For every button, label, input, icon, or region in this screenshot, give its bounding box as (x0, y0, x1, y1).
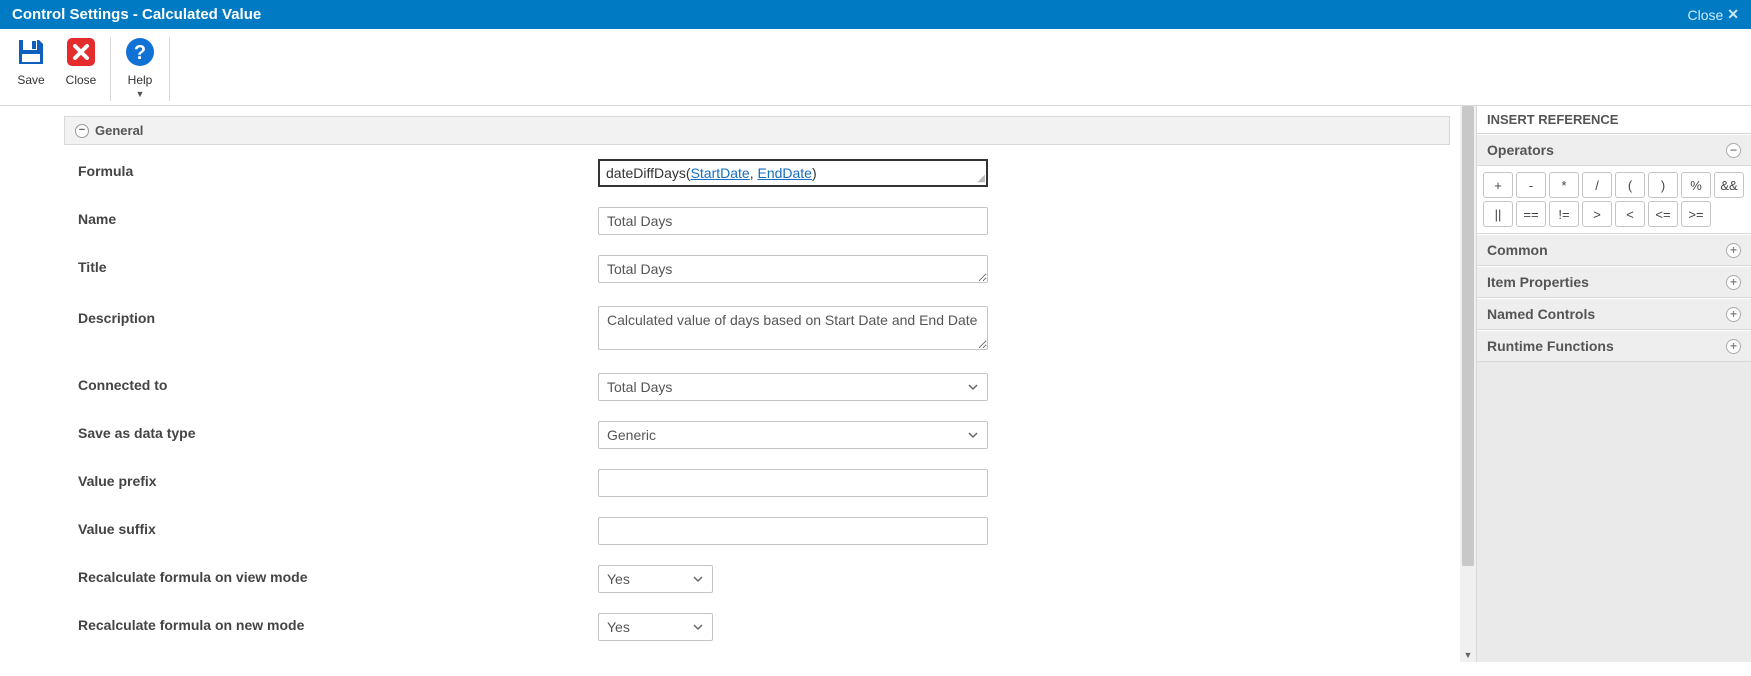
scroll-down-icon[interactable]: ▼ (1460, 648, 1476, 662)
acc-common-label: Common (1487, 242, 1548, 258)
value-suffix-input[interactable] (598, 517, 988, 545)
save-icon (14, 35, 48, 69)
acc-named-controls-header[interactable]: Named Controls + (1477, 298, 1751, 330)
titlebar: Control Settings - Calculated Value Clos… (0, 0, 1751, 29)
label-value-prefix: Value prefix (78, 469, 598, 489)
operator-button[interactable]: + (1483, 172, 1513, 198)
description-input[interactable] (598, 306, 988, 350)
help-label: Help (128, 73, 153, 87)
section-general-header[interactable]: − General (64, 116, 1450, 145)
acc-runtime-functions-header[interactable]: Runtime Functions + (1477, 330, 1751, 362)
operator-button[interactable]: == (1516, 201, 1546, 227)
operator-button[interactable]: <= (1648, 201, 1678, 227)
formula-ref-enddate[interactable]: EndDate (757, 165, 811, 181)
help-icon: ? (123, 35, 157, 69)
svg-text:?: ? (134, 42, 146, 64)
formula-ref-startdate[interactable]: StartDate (691, 165, 750, 181)
label-recalc-new: Recalculate formula on new mode (78, 613, 598, 633)
row-recalc-new: Recalculate formula on new mode Yes (64, 609, 1450, 657)
accordion: Operators − +-*/()%&&||==!=><<=>= Common… (1477, 134, 1751, 362)
main: − General Formula dateDiffDays(StartDate… (0, 106, 1751, 662)
row-title: Title (64, 251, 1450, 302)
right-pane: INSERT REFERENCE Operators − +-*/()%&&||… (1476, 106, 1751, 662)
acc-operators-label: Operators (1487, 142, 1554, 158)
save-button[interactable]: Save (6, 35, 56, 87)
row-value-suffix: Value suffix (64, 513, 1450, 561)
save-label: Save (17, 73, 44, 87)
toolbar-separator-2 (169, 37, 170, 101)
row-recalc-view: Recalculate formula on view mode Yes (64, 561, 1450, 609)
help-button[interactable]: ? Help ▼ (115, 35, 165, 99)
operator-button[interactable]: != (1549, 201, 1579, 227)
formula-input[interactable]: dateDiffDays(StartDate, EndDate) ◢ (598, 159, 988, 187)
close-icon: ✕ (1727, 6, 1739, 23)
name-input[interactable] (598, 207, 988, 235)
label-connected-to: Connected to (78, 373, 598, 393)
left-pane: − General Formula dateDiffDays(StartDate… (0, 106, 1460, 662)
save-as-type-select[interactable]: Generic (598, 421, 988, 449)
close-toolbar-label: Close (66, 73, 97, 87)
operator-button[interactable]: > (1582, 201, 1612, 227)
value-prefix-input[interactable] (598, 469, 988, 497)
recalc-view-select[interactable]: Yes (598, 565, 713, 593)
collapse-minus-icon: − (1726, 143, 1741, 158)
acc-item-properties-header[interactable]: Item Properties + (1477, 266, 1751, 298)
right-spacer (1477, 362, 1751, 662)
operator-button[interactable]: ) (1648, 172, 1678, 198)
row-description: Description (64, 302, 1450, 369)
close-button[interactable]: Close (56, 35, 106, 87)
operator-button[interactable]: - (1516, 172, 1546, 198)
scrollbar-thumb[interactable] (1462, 106, 1474, 566)
acc-operators-header[interactable]: Operators − (1477, 134, 1751, 166)
operator-button[interactable]: / (1582, 172, 1612, 198)
operator-button[interactable]: < (1615, 201, 1645, 227)
operator-button[interactable]: % (1681, 172, 1711, 198)
label-title: Title (78, 255, 598, 275)
expand-plus-icon: + (1726, 307, 1741, 322)
recalc-new-select[interactable]: Yes (598, 613, 713, 641)
operators-body: +-*/()%&& ||==!=><<=>= (1477, 166, 1751, 234)
row-value-prefix: Value prefix (64, 465, 1450, 513)
title-input[interactable] (598, 255, 988, 283)
operators-grid: +-*/()%&& ||==!=><<=>= (1483, 172, 1745, 227)
formula-text-suffix: ) (812, 165, 817, 181)
label-description: Description (78, 306, 598, 326)
expand-plus-icon: + (1726, 275, 1741, 290)
row-name: Name (64, 203, 1450, 251)
label-formula: Formula (78, 159, 598, 179)
close-label: Close (1687, 7, 1723, 23)
operator-button[interactable]: && (1714, 172, 1744, 198)
chevron-down-icon: ▼ (136, 89, 145, 99)
operator-button[interactable]: >= (1681, 201, 1711, 227)
connected-to-select[interactable]: Total Days (598, 373, 988, 401)
toolbar: Save Close ? Help ▼ (0, 29, 1751, 106)
acc-named-controls-label: Named Controls (1487, 306, 1595, 322)
resize-handle-icon[interactable]: ◢ (977, 173, 985, 184)
row-formula: Formula dateDiffDays(StartDate, EndDate)… (64, 155, 1450, 203)
acc-item-properties-label: Item Properties (1487, 274, 1589, 290)
collapse-icon: − (75, 124, 89, 138)
label-name: Name (78, 207, 598, 227)
window-title: Control Settings - Calculated Value (12, 6, 261, 23)
toolbar-separator (110, 37, 111, 101)
operator-button[interactable]: * (1549, 172, 1579, 198)
row-save-as-type: Save as data type Generic (64, 417, 1450, 465)
operator-button[interactable]: ( (1615, 172, 1645, 198)
operator-button[interactable]: || (1483, 201, 1513, 227)
label-value-suffix: Value suffix (78, 517, 598, 537)
formula-text-prefix: dateDiffDays( (606, 165, 691, 181)
expand-plus-icon: + (1726, 243, 1741, 258)
scrollbar[interactable]: ▼ (1460, 106, 1476, 662)
label-save-as-type: Save as data type (78, 421, 598, 441)
row-connected-to: Connected to Total Days (64, 369, 1450, 417)
insert-reference-header: INSERT REFERENCE (1477, 106, 1751, 134)
expand-plus-icon: + (1726, 339, 1741, 354)
section-general-label: General (95, 123, 143, 138)
close-link[interactable]: Close ✕ (1687, 6, 1739, 23)
close-toolbar-icon (64, 35, 98, 69)
acc-common-header[interactable]: Common + (1477, 234, 1751, 266)
label-recalc-view: Recalculate formula on view mode (78, 565, 598, 585)
acc-runtime-functions-label: Runtime Functions (1487, 338, 1614, 354)
